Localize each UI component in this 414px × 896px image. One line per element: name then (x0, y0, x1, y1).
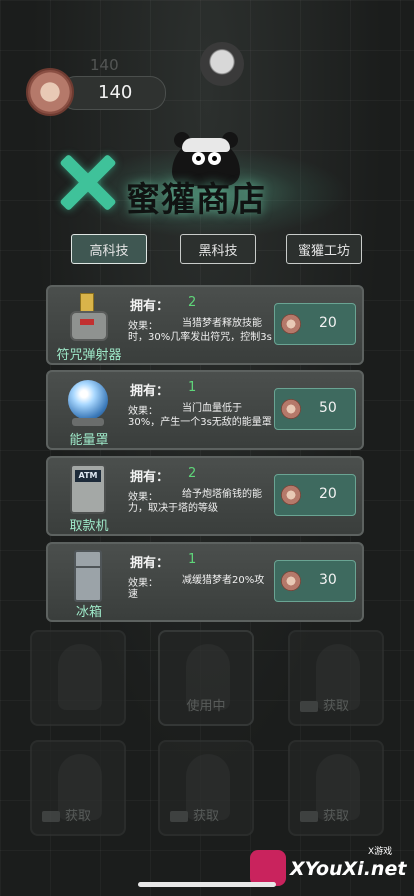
tab-high-tech[interactable]: 高科技 (71, 234, 147, 264)
effect-text: 给予炮塔偷钱的能力，取决于塔的等级 (128, 489, 262, 514)
price: 20 (319, 315, 337, 331)
character-portrait (58, 644, 102, 710)
character-caption: 获取 (322, 699, 349, 714)
character-caption: 使用中 (186, 699, 226, 714)
item-name: 冰箱 (75, 605, 102, 620)
badger-coin-icon (281, 399, 301, 419)
shop-title: 蜜獾商店 (126, 180, 266, 220)
character-card: 获取 (288, 740, 384, 836)
buy-button[interactable]: 20 (274, 474, 356, 516)
gamepad-logo-icon (250, 850, 286, 886)
talisman-launcher-icon (56, 293, 118, 343)
tab-badger-workshop[interactable]: 蜜獾工坊 (286, 234, 362, 264)
owned-count: 1 (188, 380, 197, 395)
home-indicator[interactable] (138, 882, 276, 887)
atm-icon: ATM (56, 464, 118, 514)
item-name: 取款机 (69, 519, 109, 534)
price: 30 (319, 572, 337, 588)
character-caption: 获取 (322, 809, 349, 824)
effect-text: 当门血量低于30%，产生一个3s无敌的能量罩 (128, 403, 272, 428)
shop-item-energy-shield: 能量罩 拥有： 1 效果： 当门血量低于30%，产生一个3s无敌的能量罩 50 (46, 370, 364, 450)
owned-label: 拥有： (130, 384, 170, 399)
badger-coin-icon (281, 314, 301, 334)
owned-count: 1 (188, 552, 197, 567)
energy-shield-icon (56, 378, 118, 428)
buy-button[interactable]: 50 (274, 388, 356, 430)
fridge-icon (56, 550, 118, 602)
owned-label: 拥有： (130, 556, 170, 571)
badger-coin-icon (281, 485, 301, 505)
effect-text: 当猎梦者释放技能时，30%几率发出符咒，控制3s (128, 318, 272, 343)
character-caption: 获取 (192, 809, 219, 824)
character-card: 获取 (158, 740, 254, 836)
tab-black-tech[interactable]: 黑科技 (180, 234, 256, 264)
close-x-icon[interactable] (56, 150, 120, 214)
watermark-text: XYouXi.net (290, 858, 407, 880)
badger-coin-icon (281, 571, 301, 591)
character-card: 使用中 (158, 630, 254, 726)
owned-label: 拥有： (130, 470, 170, 485)
shop-item-atm: ATM 取款机 拥有： 2 效果： 给予炮塔偷钱的能力，取决于塔的等级 20 (46, 456, 364, 536)
character-card: 获取 (30, 740, 126, 836)
effect-text: 减缓猎梦者20%攻速 (128, 575, 265, 600)
price: 20 (319, 486, 337, 502)
character-caption: 获取 (64, 809, 91, 824)
currency-display: 140 (26, 68, 166, 116)
character-card: 获取 (288, 630, 384, 726)
owned-label: 拥有： (130, 299, 170, 314)
price: 50 (319, 400, 337, 416)
buy-button[interactable]: 30 (274, 560, 356, 602)
item-name: 能量罩 (69, 433, 109, 448)
owned-count: 2 (188, 295, 197, 310)
watermark-small-text: X游戏 (368, 847, 393, 857)
currency-count: 140 (98, 82, 133, 103)
owned-count: 2 (188, 466, 197, 481)
shop-item-talisman-launcher: 符咒弹射器 拥有： 2 效果： 当猎梦者释放技能时，30%几率发出符咒，控制3s… (46, 285, 364, 365)
character-card (30, 630, 126, 726)
item-name: 符咒弹射器 (56, 348, 122, 363)
buy-button[interactable]: 20 (274, 303, 356, 345)
shop-item-fridge: 冰箱 拥有： 1 效果： 减缓猎梦者20%攻速 30 (46, 542, 364, 622)
badger-coin-icon (26, 68, 74, 116)
record-indicator-icon (200, 42, 244, 86)
